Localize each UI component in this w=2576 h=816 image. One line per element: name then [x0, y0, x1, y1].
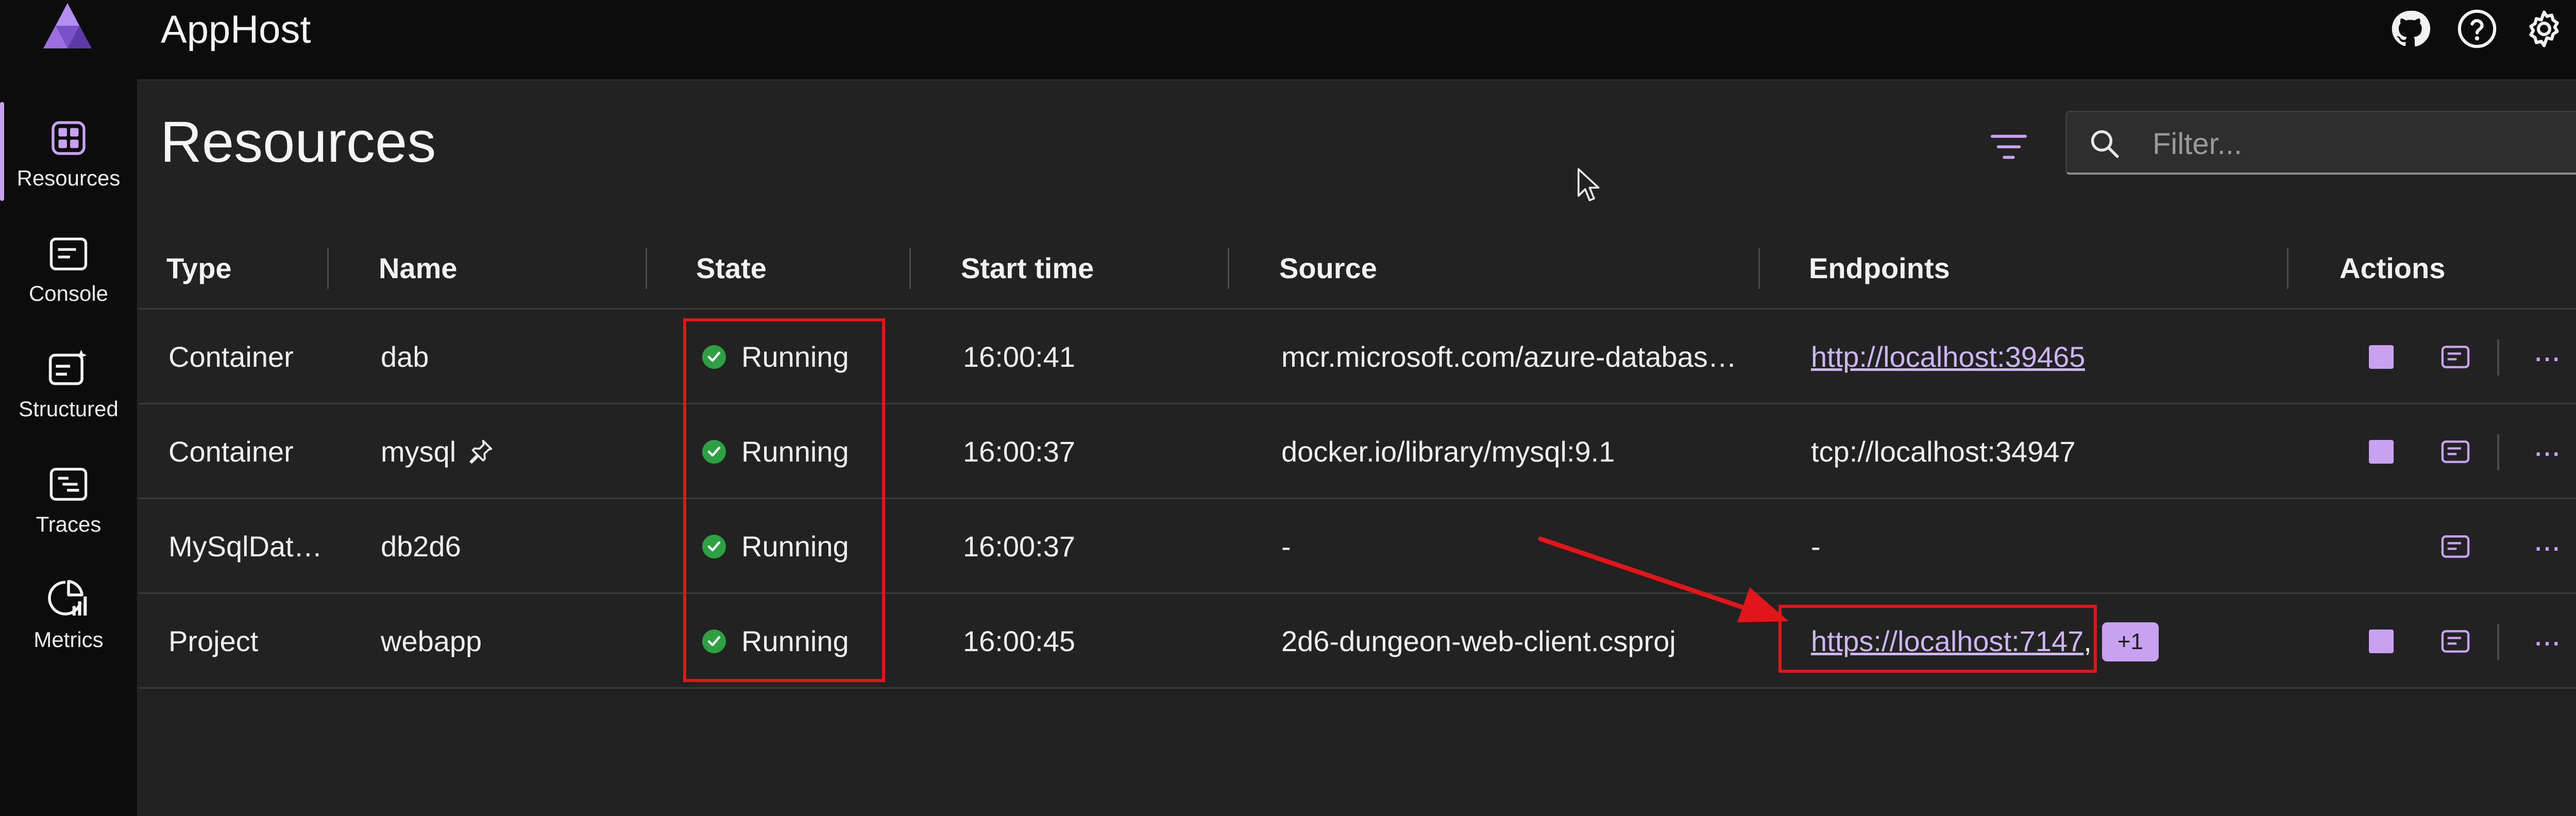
cell-source: 2d6-dungeon-web-client.csproj [1281, 625, 1676, 657]
console-logs-icon [2441, 346, 2470, 368]
column-divider[interactable] [909, 248, 911, 289]
actions-divider [2497, 339, 2499, 376]
endpoint-link[interactable]: http://localhost:39465 [1811, 341, 2085, 373]
column-header-state[interactable]: State [696, 227, 767, 310]
cell-name: dab [381, 341, 429, 373]
cell-endpoints: - [1811, 530, 1821, 563]
annotation-state-highlight [683, 318, 885, 682]
cell-source: mcr.microsoft.com/azure-databas… [1281, 341, 1737, 373]
column-header-name[interactable]: Name [379, 227, 457, 310]
app-title: AppHost [161, 8, 311, 52]
console-logs-icon [2441, 630, 2470, 653]
stop-button[interactable] [2358, 594, 2404, 689]
search-box [2065, 111, 2576, 175]
name-text: mysql [381, 435, 456, 468]
nav-label-structured: Structured [19, 397, 118, 421]
nav-label-console: Console [28, 281, 109, 305]
page-title: Resources [160, 110, 436, 174]
cell-endpoints: tcp://localhost:34947 [1811, 435, 2076, 468]
github-icon[interactable] [2385, 7, 2435, 50]
table-row[interactable]: Project webapp Running 16:00:45 2d6-dung… [139, 594, 2576, 689]
column-header-type[interactable]: Type [166, 227, 232, 310]
actions-divider [2497, 434, 2499, 470]
actions-divider [2497, 624, 2499, 660]
stop-button[interactable] [2358, 310, 2404, 404]
help-icon[interactable] [2452, 7, 2502, 50]
cell-source: - [1281, 530, 1291, 563]
nav-item-structured[interactable]: Structured [0, 326, 137, 439]
column-header-start-time[interactable]: Start time [961, 227, 1094, 310]
cell-type: Project [168, 625, 259, 657]
filter-button[interactable] [1984, 122, 2033, 172]
nav-item-metrics[interactable]: Metrics [0, 556, 137, 670]
column-divider[interactable] [1758, 248, 1760, 289]
traces-icon [0, 441, 137, 503]
table-row[interactable]: Container mysql Running 16:00:37 docker.… [139, 404, 2576, 499]
column-header-actions: Actions [2340, 252, 2446, 284]
nav-item-console[interactable]: Console [0, 210, 137, 324]
more-actions-button[interactable]: ··· [2523, 310, 2569, 404]
filter-icon [1991, 134, 2027, 159]
filter-input[interactable] [2151, 123, 2576, 165]
column-header-endpoints[interactable]: Endpoints [1809, 227, 1950, 310]
more-icon: ··· [2533, 433, 2562, 470]
column-divider[interactable] [327, 248, 329, 289]
resources-grid-icon [0, 95, 137, 157]
search-icon [2091, 130, 2119, 158]
console-logs-button[interactable] [2432, 594, 2479, 689]
column-divider[interactable] [646, 248, 647, 289]
metrics-icon [0, 556, 137, 618]
stop-icon [2369, 345, 2394, 369]
console-icon [0, 210, 137, 272]
settings-icon[interactable] [2519, 7, 2569, 50]
cell-start-time: 16:00:41 [963, 341, 1075, 373]
mouse-cursor-icon [1578, 168, 1600, 201]
column-divider[interactable] [2287, 248, 2289, 289]
cell-start-time: 16:00:37 [963, 435, 1075, 468]
cell-name: webapp [381, 625, 482, 657]
left-nav: Resources Console Structured Traces Metr… [0, 79, 139, 816]
top-bar: AppHost [0, 0, 2576, 81]
resources-panel: Resources Type Name State Start time Sou… [139, 81, 2576, 816]
annotation-endpoint-highlight [1778, 605, 2097, 673]
more-icon: ··· [2533, 623, 2562, 660]
cell-endpoints: http://localhost:39465 [1811, 310, 2085, 404]
more-endpoints-badge[interactable]: +1 [2102, 622, 2159, 661]
cell-type: MySqlDat… [168, 530, 323, 563]
console-logs-icon [2441, 440, 2470, 463]
cell-start-time: 16:00:37 [963, 530, 1075, 563]
console-logs-button[interactable] [2432, 499, 2479, 594]
stop-button[interactable] [2358, 404, 2404, 499]
cell-name: db2d6 [381, 530, 461, 563]
table-row[interactable]: MySqlDat… db2d6 Running 16:00:37 - - ··· [139, 499, 2576, 594]
stop-icon [2369, 630, 2394, 653]
table-header: Type Name State Start time Source Endpoi… [139, 227, 2576, 310]
table-row[interactable]: Container dab Running 16:00:41 mcr.micro… [139, 310, 2576, 404]
cell-type: Container [168, 435, 294, 468]
more-actions-button[interactable]: ··· [2523, 404, 2569, 499]
cell-name: mysql [381, 404, 494, 499]
column-divider[interactable] [1228, 248, 1229, 289]
nav-label-resources: Resources [16, 166, 121, 190]
aspire-logo-icon[interactable] [40, 1, 95, 50]
console-logs-icon [2441, 535, 2470, 558]
cell-start-time: 16:00:45 [963, 625, 1075, 657]
nav-item-resources[interactable]: Resources [0, 95, 137, 208]
structured-logs-icon [0, 326, 137, 387]
nav-item-traces[interactable]: Traces [0, 441, 137, 554]
cell-type: Container [168, 341, 294, 373]
nav-label-metrics: Metrics [33, 627, 104, 652]
more-icon: ··· [2533, 338, 2562, 376]
console-logs-button[interactable] [2432, 404, 2479, 499]
cell-source: docker.io/library/mysql:9.1 [1281, 435, 1615, 468]
more-actions-button[interactable]: ··· [2523, 594, 2569, 689]
column-header-source[interactable]: Source [1279, 227, 1377, 310]
more-actions-button[interactable]: ··· [2523, 499, 2569, 594]
header-actions [2385, 7, 2569, 50]
nav-label-traces: Traces [36, 512, 101, 536]
more-icon: ··· [2533, 528, 2562, 565]
pin-icon[interactable] [466, 438, 494, 466]
console-logs-button[interactable] [2432, 310, 2479, 404]
stop-icon [2369, 440, 2394, 464]
